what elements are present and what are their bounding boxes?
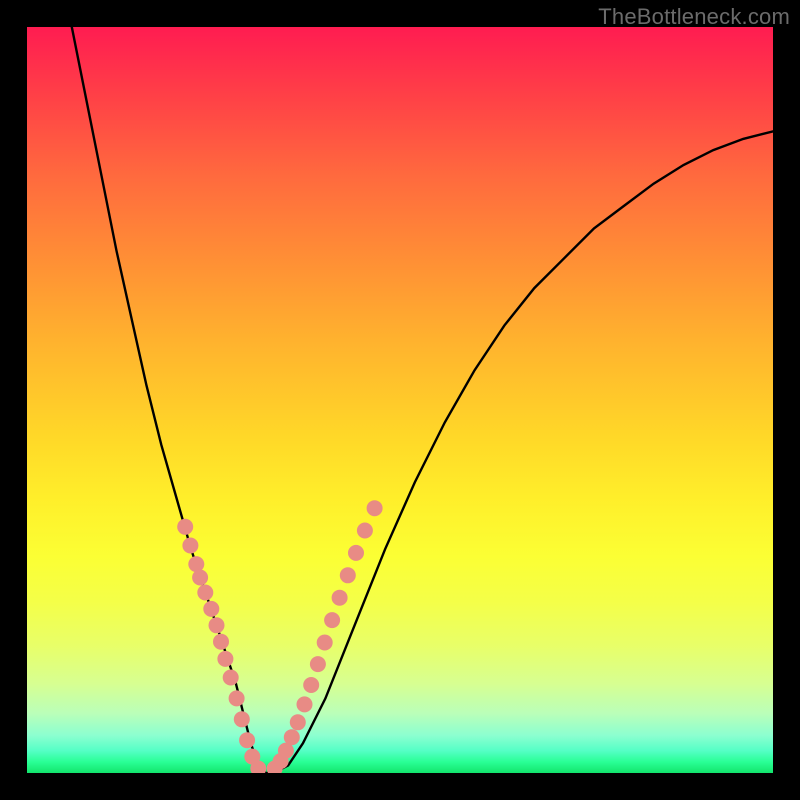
beads-right-group [267, 500, 383, 773]
chart-frame: TheBottleneck.com [0, 0, 800, 800]
bead-point [357, 523, 373, 539]
bead-point [367, 500, 383, 516]
bead-point [229, 690, 245, 706]
bead-point [209, 617, 225, 633]
bead-point [234, 711, 250, 727]
bead-point [332, 590, 348, 606]
bead-point [310, 656, 326, 672]
bead-point [177, 519, 193, 535]
bead-point [182, 538, 198, 554]
bead-point [223, 670, 239, 686]
plot-area [27, 27, 773, 773]
bead-point [213, 634, 229, 650]
curve-svg [27, 27, 773, 773]
bead-point [217, 651, 233, 667]
bead-point [324, 612, 340, 628]
bead-point [290, 714, 306, 730]
bead-point [188, 556, 204, 572]
bead-point [192, 570, 208, 586]
bead-point [348, 545, 364, 561]
bead-point [203, 601, 219, 617]
bead-point [317, 635, 333, 651]
bead-point [239, 732, 255, 748]
bead-point [284, 729, 300, 745]
beads-left-group [177, 519, 266, 773]
attribution-text: TheBottleneck.com [598, 4, 790, 30]
bead-point [297, 696, 313, 712]
bead-point [197, 585, 213, 601]
main-curve [72, 27, 773, 773]
bead-point [340, 567, 356, 583]
bead-point [303, 677, 319, 693]
